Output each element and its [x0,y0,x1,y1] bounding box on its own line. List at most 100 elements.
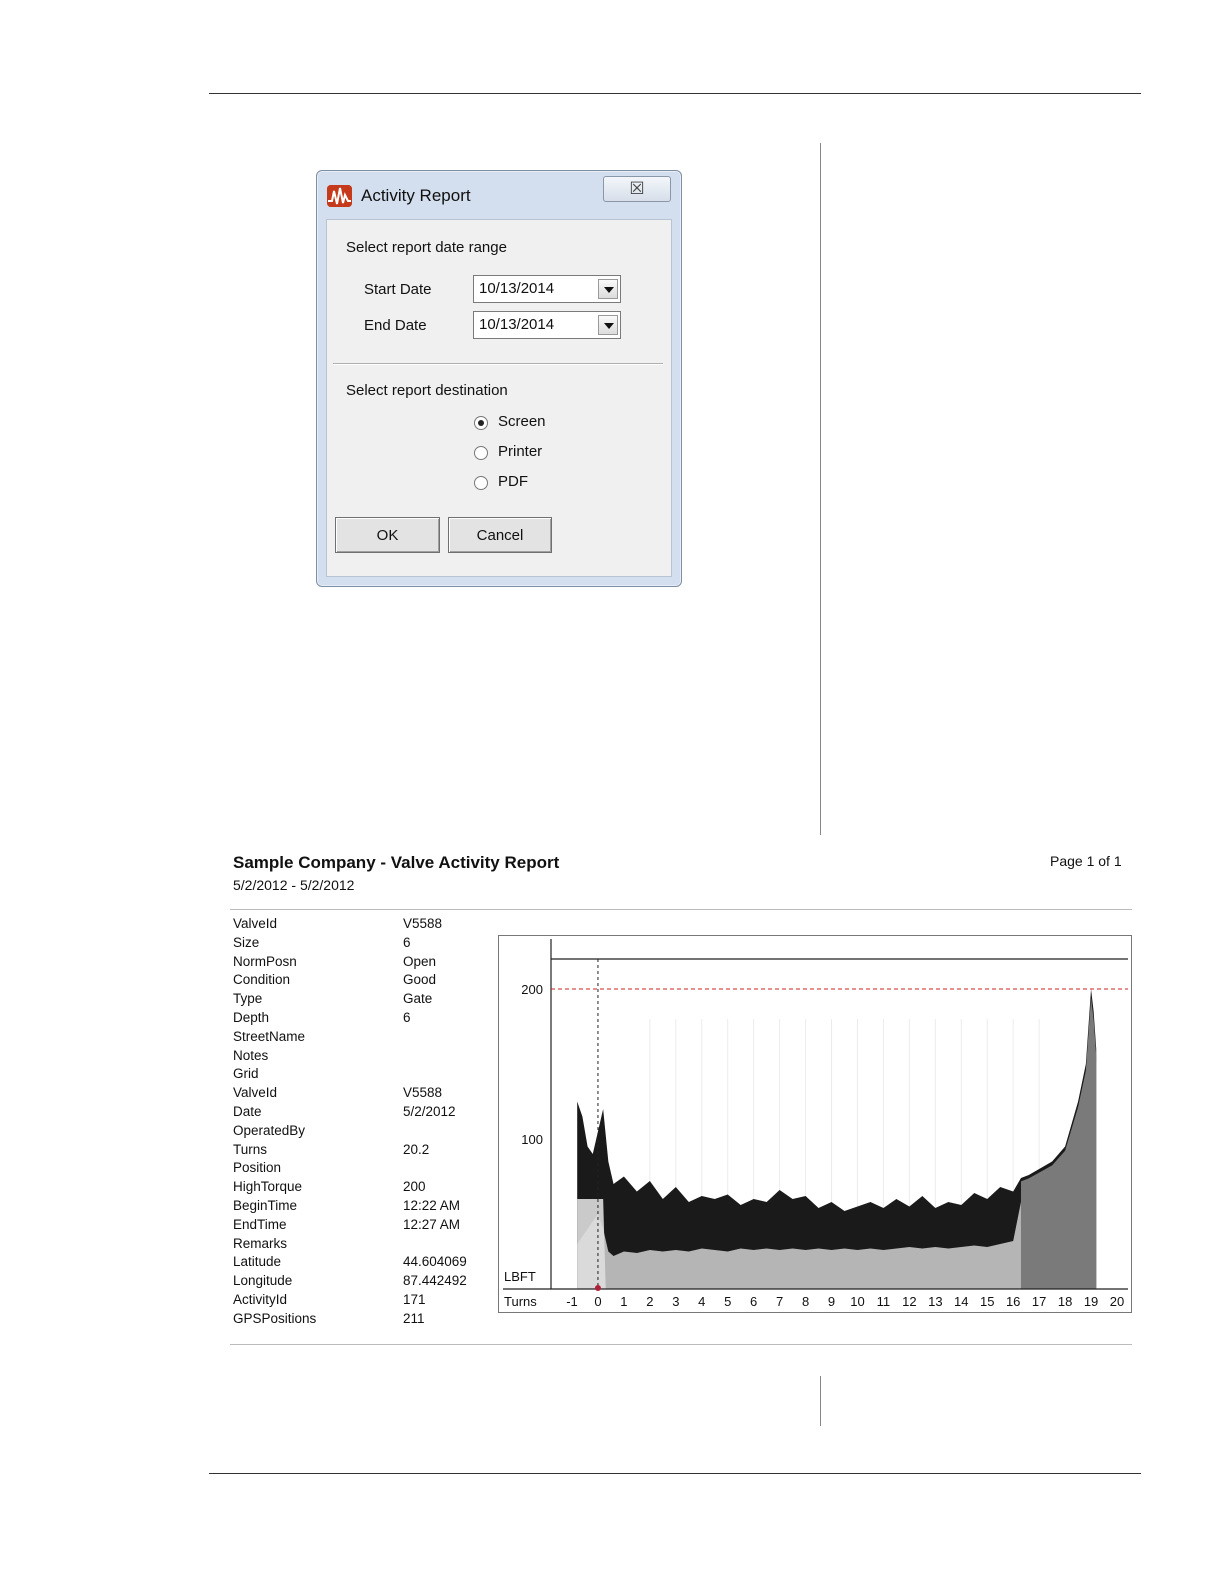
radio-pdf-label: PDF [498,473,528,490]
property-name: HighTorque [233,1179,303,1195]
property-name: BeginTime [233,1197,298,1213]
x-tick-label: 10 [850,1294,864,1309]
end-date-value: 10/13/2014 [479,316,555,333]
start-date-picker[interactable]: 10/13/2014 [473,275,621,303]
x-tick-label: 1 [620,1294,627,1309]
property-name: Date [233,1103,262,1119]
property-value: 44.604069 [403,1254,467,1270]
property-name: GPSPositions [233,1310,317,1326]
x-tick-label: 9 [828,1294,835,1309]
x-axis-label: Turns [504,1294,537,1309]
property-name: Remarks [233,1235,288,1251]
date-range-section-label: Select report date range [346,239,507,256]
x-tick-label: 2 [646,1294,653,1309]
property-value: Gate [403,991,433,1007]
page-header-rule [209,93,1141,94]
x-tick-label: 6 [750,1294,757,1309]
property-name: Position [233,1160,282,1176]
property-value: 87.442492 [403,1273,467,1289]
radio-printer-label: Printer [498,443,543,460]
start-date-dropdown-button[interactable] [598,279,618,299]
property-name: ValveId [233,1085,278,1101]
report-title: Sample Company - Valve Activity Report [233,853,560,872]
dialog-title: Activity Report [361,186,471,205]
property-value: 20.2 [403,1141,430,1157]
x-tick-label: 16 [1006,1294,1020,1309]
property-name: Turns [233,1141,268,1157]
property-value: Open [403,953,437,969]
zero-turn-marker-dot [594,1285,601,1291]
column-divider-lower [820,1376,821,1426]
property-value: 211 [403,1310,425,1326]
property-value: 6 [403,1009,411,1025]
x-tick-label: 13 [928,1294,942,1309]
property-value: 12:27 AM [403,1216,461,1232]
cancel-button[interactable]: Cancel [448,517,552,553]
ok-button[interactable]: OK [335,517,440,553]
torque-start-area [577,1199,606,1289]
property-name: Notes [233,1047,269,1063]
property-name: OperatedBy [233,1122,306,1138]
property-value: 200 [403,1179,426,1195]
x-tick-label: 7 [776,1294,783,1309]
close-button[interactable]: ☒ [603,176,671,202]
section-divider-highlight [333,364,663,365]
torque-chart-svg: 100200LBFTTurns -1 0 1 2 3 4 5 6 7 8 9 10 11 12 13 14 15 1… [498,935,1132,1313]
property-name: ActivityId [233,1291,288,1307]
chevron-down-icon [604,287,614,293]
property-name: Type [233,991,263,1007]
property-value: 12:22 AM [403,1197,461,1213]
property-name: Grid [233,1066,259,1082]
x-tick-label: 11 [877,1294,891,1309]
x-tick-label: -1 [566,1294,578,1309]
end-date-picker[interactable]: 10/13/2014 [473,311,621,339]
dialog-body: Select report date range Start Date 10/1… [326,219,672,577]
column-divider [820,143,821,835]
x-tick-label: 18 [1058,1294,1072,1309]
start-date-label: Start Date [364,281,432,298]
radio-circle[interactable] [474,476,488,490]
x-tick-label: 20 [1110,1294,1124,1309]
radio-circle[interactable] [474,446,488,460]
property-value: 171 [403,1291,426,1307]
x-tick-label: 5 [724,1294,731,1309]
radio-circle[interactable] [474,416,488,430]
x-tick-label: 14 [954,1294,968,1309]
property-name: StreetName [233,1028,306,1044]
x-tick-label: 12 [902,1294,916,1309]
destination-section-label: Select report destination [346,382,508,399]
ok-button-label: OK [376,527,399,544]
property-name: NormPosn [233,953,297,969]
page-indicator: Page 1 of 1 [1050,853,1122,869]
report-date-range: 5/2/2012 - 5/2/2012 [233,877,355,893]
report-header-rule [230,909,1132,910]
property-name: EndTime [233,1216,287,1232]
property-value: 5/2/2012 [403,1103,456,1119]
app-waveform-icon [327,185,352,207]
property-name: Latitude [233,1254,282,1270]
x-tick-label: 19 [1084,1294,1098,1309]
chevron-down-icon [604,323,614,329]
property-name: Condition [233,972,291,988]
end-date-dropdown-button[interactable] [598,315,618,335]
activity-report-dialog: Activity Report ☒ Select report date ran… [316,170,682,587]
end-date-label: End Date [364,317,427,334]
x-tick-label: 8 [802,1294,809,1309]
y-tick-label: 200 [521,982,543,997]
property-value: V5588 [403,916,443,931]
y-axis-label: LBFT [504,1269,536,1284]
x-tick-label: 0 [594,1294,601,1309]
x-tick-label: 3 [672,1294,679,1309]
radio-selected-dot [478,420,484,426]
property-name: Depth [233,1009,270,1025]
property-value: 6 [403,934,411,950]
report-footer-rule [230,1344,1132,1345]
page-footer-rule [209,1473,1141,1474]
dialog-titlebar[interactable]: Activity Report ☒ [317,171,681,215]
property-name: Size [233,934,260,950]
property-value: Good [403,972,437,988]
x-tick-label: 17 [1032,1294,1046,1309]
y-tick-label: 100 [521,1132,543,1147]
cancel-button-label: Cancel [476,527,524,544]
radio-screen-label: Screen [498,413,546,430]
